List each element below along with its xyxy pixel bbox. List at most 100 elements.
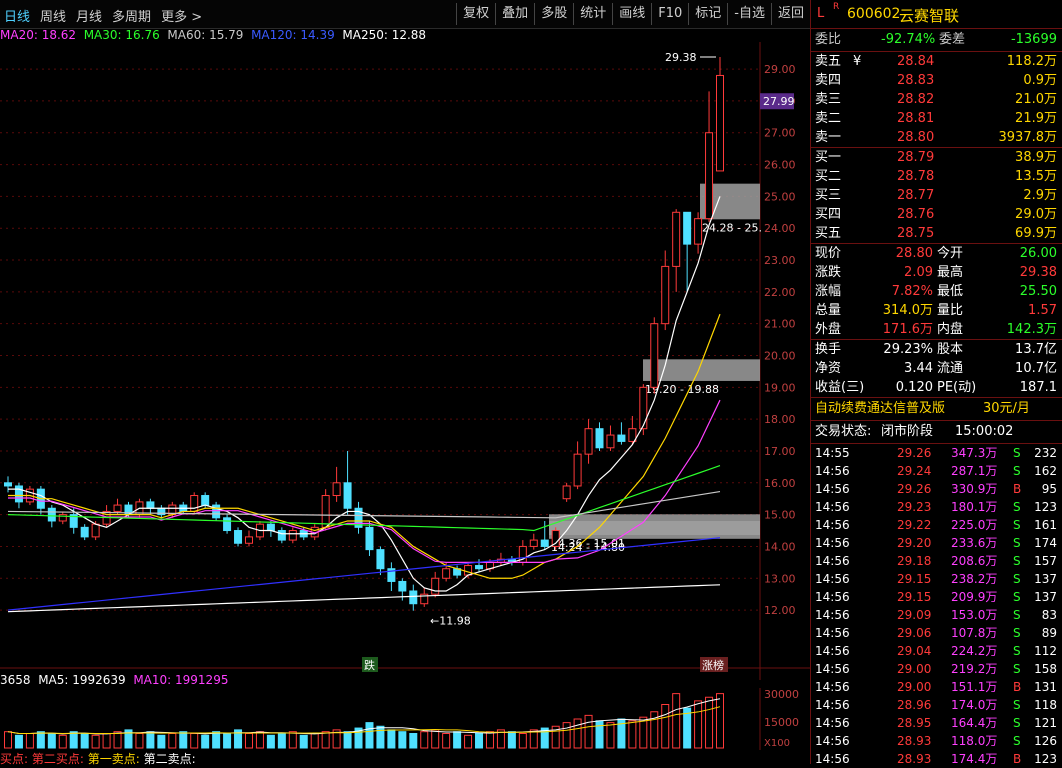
volume-bar (398, 731, 407, 749)
candlestick-chart[interactable]: 29.0028.0027.0026.0025.0024.0023.0022.00… (0, 42, 810, 680)
tick-side: S (1013, 734, 1021, 748)
tick-price: 29.26 (897, 446, 932, 460)
tick-volume: 164.4万 (951, 716, 998, 730)
buy-price: 28.75 (897, 226, 935, 241)
adjust-button[interactable]: 复权 (456, 3, 495, 25)
tick-side: B (1013, 680, 1022, 694)
volume-bar (14, 734, 23, 749)
tick-side: S (1013, 716, 1021, 730)
sell-order-row: 卖五 ¥28.84 118.2万 (811, 52, 1062, 71)
sell-orders: 卖五 ¥28.84 118.2万 卖四 28.83 0.9万 卖三 28.82 21.0万 卖二 2… (811, 52, 1062, 147)
tick-row: 14:56 28.95 164.4万 S 121 (811, 714, 1062, 732)
buy-volume: 29.0万 (1015, 207, 1057, 222)
stat-value: 25.50 (1019, 284, 1057, 299)
ma250-label: MA250: 12.88 (342, 28, 427, 42)
tab-multi-period[interactable]: 多周期 (112, 10, 151, 25)
buy-order-row: 买五 28.75 69.9万 (811, 224, 1062, 243)
price-tick-label: 24.00 (764, 222, 796, 235)
tick-time: 14:56 (815, 590, 850, 604)
volume-bar (4, 731, 12, 749)
tick-price: 29.20 (897, 536, 932, 550)
candle-body (475, 565, 484, 570)
buy-price: 28.76 (897, 207, 935, 222)
tick-row: 14:56 28.93 118.0万 S 126 (811, 732, 1062, 750)
volume-bar (102, 733, 111, 749)
sell-price: 28.80 (897, 130, 935, 145)
volume-bar (277, 733, 286, 749)
tick-volume: 219.2万 (951, 662, 998, 676)
share-label: 流通 (937, 361, 964, 376)
mark-button[interactable]: 标记 (688, 3, 727, 25)
tick-count: 83 (1041, 608, 1057, 622)
volume-bar (529, 729, 538, 749)
price-tick-label: 19.00 (764, 381, 796, 394)
candle-body (529, 539, 538, 547)
badge-r: R (833, 2, 840, 12)
chart-action-buttons: 复权 叠加 多股 统计 画线 F10 标记 -自选 返回 (456, 3, 810, 25)
candle-body (716, 74, 724, 172)
tab-weekly[interactable]: 周线 (40, 10, 66, 25)
candle-body (91, 523, 100, 538)
tick-time: 14:56 (815, 500, 850, 514)
tick-count: 131 (1034, 680, 1057, 694)
price-tick-label: 20.00 (764, 350, 796, 363)
volume-bar (190, 733, 199, 749)
back-button[interactable]: 返回 (770, 3, 810, 25)
candle-body (113, 504, 122, 512)
sell-volume: 21.0万 (1015, 92, 1057, 107)
tick-side: B (1013, 482, 1022, 496)
tick-count: 126 (1034, 734, 1057, 748)
tick-volume: 224.2万 (951, 644, 998, 658)
tick-side: S (1013, 662, 1021, 676)
buy-level-label: 买一 (815, 150, 842, 165)
price-stats: 现价 28.80 今开 26.00 涨跌 2.09 最高 29.38 涨幅 7.82% 最低 25.5… (811, 244, 1062, 339)
chart-toolbar: 日线 周线 月线 多周期 更多 > 复权 叠加 多股 统计 画线 F10 标记 -自选 … (0, 0, 810, 29)
tab-more[interactable]: 更多 > (161, 10, 202, 25)
tick-price: 29.24 (897, 464, 932, 478)
ma60-label: MA60: 15.79 (167, 28, 244, 42)
tick-row: 14:56 29.26 330.9万 B 95 (811, 480, 1062, 498)
buy-price: 28.78 (897, 169, 935, 184)
status-label: 交易状态: (815, 424, 872, 439)
stat-value: 1.57 (1028, 303, 1057, 318)
buy-order-row: 买四 28.76 29.0万 (811, 205, 1062, 224)
sell-volume: 21.9万 (1015, 111, 1057, 126)
volume-bar (168, 733, 177, 749)
tick-price: 29.09 (897, 608, 932, 622)
tab-monthly[interactable]: 月线 (76, 10, 102, 25)
price-tick-label: 29.00 (764, 63, 796, 76)
tick-side: B (1013, 752, 1022, 766)
multi-stock-button[interactable]: 多股 (534, 3, 573, 25)
tick-count: 112 (1034, 644, 1057, 658)
tab-daily[interactable]: 日线 (4, 10, 30, 25)
statistics-button[interactable]: 统计 (573, 3, 612, 25)
price-tick-label: 13.00 (764, 572, 796, 585)
remove-watchlist-button[interactable]: -自选 (727, 3, 771, 25)
tick-price: 28.95 (897, 716, 932, 730)
volume-bar (223, 733, 232, 749)
tick-row: 14:56 28.93 174.4万 B 123 (811, 750, 1062, 768)
volume-bar (244, 733, 253, 749)
share-row: 收益(三) 0.120 PE(动) 187.1 (811, 378, 1062, 397)
tick-time: 14:56 (815, 644, 850, 658)
volume-chart[interactable]: 30000 15000 X100 (0, 688, 810, 750)
ad-text: 自动续费通达信普及版 (815, 401, 946, 416)
volume-value: 3658 (0, 673, 31, 687)
tick-list[interactable]: 14:55 29.26 347.3万 S 232 14:56 29.24 287.1万 S 162… (811, 444, 1062, 768)
price-tick-label: 21.00 (764, 318, 796, 331)
tick-volume: 238.2万 (951, 572, 998, 586)
buy-volume: 13.5万 (1015, 169, 1057, 184)
candle-body (442, 568, 451, 579)
ma120-line (7, 537, 721, 611)
tick-count: 157 (1034, 554, 1057, 568)
tick-price: 28.93 (897, 752, 932, 766)
volume-bar (288, 731, 297, 749)
f10-button[interactable]: F10 (651, 3, 688, 25)
draw-line-button[interactable]: 画线 (612, 3, 651, 25)
volume-bar (69, 731, 78, 749)
overlay-button[interactable]: 叠加 (495, 3, 534, 25)
subscription-ad[interactable]: 自动续费通达信普及版 30元/月 (811, 398, 1062, 420)
tick-row: 14:56 29.24 287.1万 S 162 (811, 462, 1062, 480)
volume-bar (58, 734, 67, 749)
volume-bar (716, 693, 724, 749)
